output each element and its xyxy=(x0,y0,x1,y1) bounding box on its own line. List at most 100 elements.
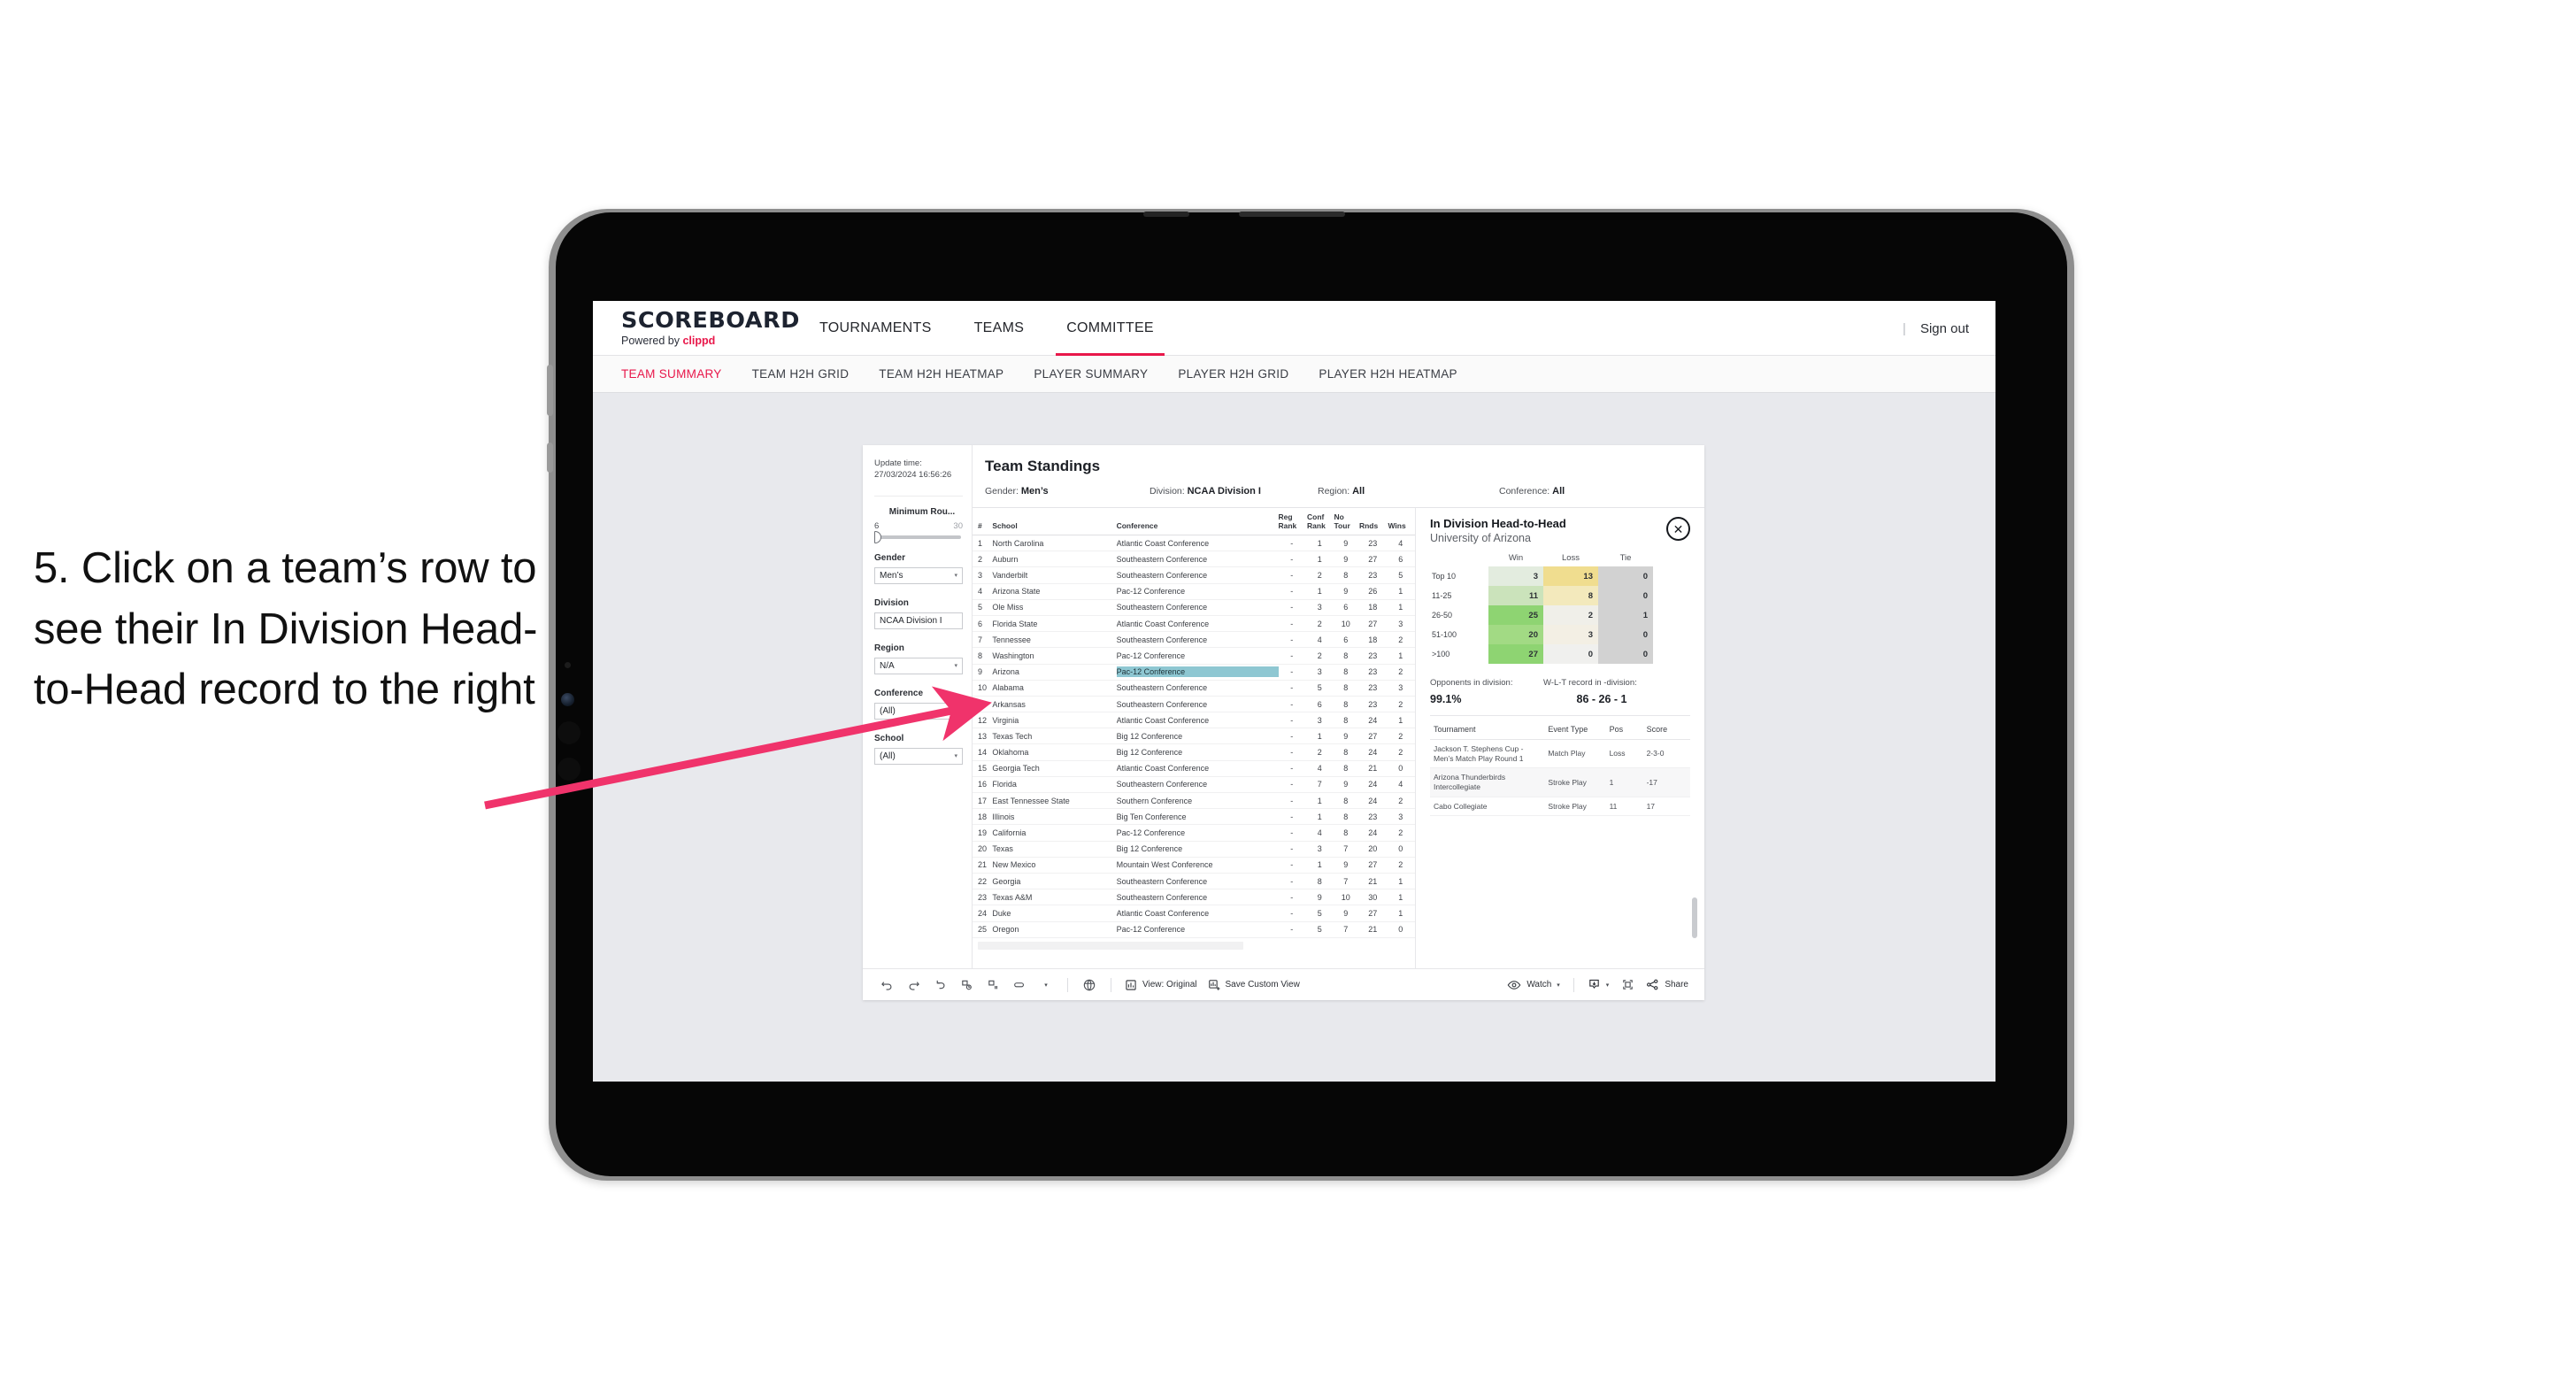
col-conf-rank[interactable]: Conf Rank xyxy=(1307,508,1334,536)
col-wins[interactable]: Wins xyxy=(1388,508,1415,536)
nav-item-tournaments[interactable]: TOURNAMENTS xyxy=(798,301,953,356)
tab-player-h2h-heatmap[interactable]: PLAYER H2H HEATMAP xyxy=(1319,367,1457,381)
highlight-dropdown-icon[interactable]: ▾ xyxy=(1033,974,1059,997)
slider-handle[interactable] xyxy=(874,530,881,543)
table-row[interactable]: 21 New Mexico Mountain West Conference -1 9 2… xyxy=(973,857,1415,874)
table-row[interactable]: 1 North Carolina Atlantic Coast Conference… xyxy=(973,535,1415,552)
table-row[interactable]: 4 Arizona State Pac-12 Conference -1 9 26 1 xyxy=(973,583,1415,600)
tournament-row[interactable]: Cabo Collegiate Stroke Play 11 17 xyxy=(1430,797,1690,817)
save-custom-view-button[interactable]: Save Custom View xyxy=(1203,979,1305,991)
heatmap-cell[interactable]: 0 xyxy=(1598,566,1653,586)
heatmap-cell[interactable]: 0 xyxy=(1598,625,1653,644)
tab-team-summary[interactable]: TEAM SUMMARY xyxy=(621,367,722,381)
min-rounds-slider[interactable] xyxy=(874,530,961,543)
cell-school: Washington xyxy=(992,647,1117,665)
col-school[interactable]: School xyxy=(992,508,1117,536)
col-tournament[interactable]: Tournament xyxy=(1430,720,1549,740)
tournament-row[interactable]: Jackson T. Stephens Cup - Men’s Match Pl… xyxy=(1430,739,1690,769)
table-row[interactable]: 19 California Pac-12 Conference -4 8 24 2 xyxy=(973,824,1415,842)
table-row[interactable]: 12 Virginia Atlantic Coast Conference -3 8 24… xyxy=(973,712,1415,729)
table-row[interactable]: 13 Texas Tech Big 12 Conference -1 9 27 2 xyxy=(973,728,1415,745)
col-reg-rank[interactable]: Reg Rank xyxy=(1278,508,1308,536)
gender-dropdown[interactable]: Men’s ▾ xyxy=(874,566,963,584)
table-row[interactable]: 5 Ole Miss Southeastern Conference -3 6 18 1 xyxy=(973,599,1415,616)
heatmap-cell[interactable]: 3 xyxy=(1543,625,1598,644)
table-row[interactable]: 22 Georgia Southeastern Conference -8 7 21 1 xyxy=(973,873,1415,890)
heatmap-cell[interactable]: 2 xyxy=(1543,605,1598,625)
heatmap-cell[interactable]: 11 xyxy=(1488,586,1543,605)
tab-player-h2h-grid[interactable]: PLAYER H2H GRID xyxy=(1178,367,1288,381)
close-icon[interactable]: ✕ xyxy=(1666,517,1690,541)
table-row[interactable]: 20 Texas Big 12 Conference -3 7 20 0 xyxy=(973,841,1415,858)
table-row[interactable]: 9 Arizona Pac-12 Conference -3 8 23 2 xyxy=(973,664,1415,681)
table-row[interactable]: 10 Alabama Southeastern Conference -5 8 23 3 xyxy=(973,680,1415,697)
cell-wins: 5 xyxy=(1388,566,1415,584)
heatmap-cell[interactable]: 8 xyxy=(1543,586,1598,605)
heatmap-cell[interactable]: 25 xyxy=(1488,605,1543,625)
nav-item-committee[interactable]: COMMITTEE xyxy=(1045,301,1175,356)
table-row[interactable]: 6 Florida State Atlantic Coast Conference -… xyxy=(973,615,1415,633)
table-row[interactable]: 2 Auburn Southeastern Conference -1 9 27 6 xyxy=(973,551,1415,568)
table-row[interactable]: 16 Florida Southeastern Conference -7 9 24 4 xyxy=(973,776,1415,794)
heatmap-cell[interactable]: 20 xyxy=(1488,625,1543,644)
table-row[interactable]: 15 Georgia Tech Atlantic Coast Conference -… xyxy=(973,760,1415,777)
tab-player-summary[interactable]: PLAYER SUMMARY xyxy=(1034,367,1148,381)
cell-conference: Southeastern Conference xyxy=(1116,566,1279,584)
refresh-data-icon[interactable] xyxy=(953,974,980,997)
col-pos[interactable]: Pos xyxy=(1609,720,1647,740)
heatmap-cell[interactable]: 0 xyxy=(1598,644,1653,664)
cell-wins: 0 xyxy=(1388,841,1415,858)
school-dropdown[interactable]: (All) ▾ xyxy=(874,747,963,765)
table-row[interactable]: 14 Oklahoma Big 12 Conference -2 8 24 2 xyxy=(973,743,1415,761)
table-row[interactable]: 8 Washington Pac-12 Conference -2 8 23 1 xyxy=(973,647,1415,665)
share-button[interactable]: Share xyxy=(1641,978,1694,991)
conference-dropdown[interactable]: (All) ▾ xyxy=(874,702,963,720)
pause-updates-icon[interactable] xyxy=(980,974,1006,997)
table-row[interactable]: 3 Vanderbilt Southeastern Conference -2 8 23 5 xyxy=(973,566,1415,584)
tab-team-h2h-grid[interactable]: TEAM H2H GRID xyxy=(752,367,850,381)
download-button[interactable]: ▾ xyxy=(1582,978,1615,991)
viz-container: Update time: 27/03/2024 16:56:26 Minimum… xyxy=(863,445,1704,1000)
redo-icon[interactable] xyxy=(900,974,927,997)
col-conference[interactable]: Conference xyxy=(1116,508,1279,536)
table-row[interactable]: 7 Tennessee Southeastern Conference -4 6 18 2 xyxy=(973,631,1415,649)
region-dropdown[interactable]: N/A ▾ xyxy=(874,657,963,674)
tournament-vertical-scrollbar[interactable] xyxy=(1692,897,1697,938)
table-row[interactable]: 11 Arkansas Southeastern Conference -6 8 23 2 xyxy=(973,696,1415,713)
col-rank[interactable]: # xyxy=(973,508,993,536)
tournament-divider xyxy=(1430,715,1690,716)
tab-team-h2h-heatmap[interactable]: TEAM H2H HEATMAP xyxy=(879,367,1003,381)
heatmap-cell[interactable]: 1 xyxy=(1598,605,1653,625)
highlight-icon[interactable] xyxy=(1006,974,1033,997)
table-row[interactable]: 18 Illinois Big Ten Conference -1 8 23 3 xyxy=(973,808,1415,826)
col-rnds[interactable]: Rnds xyxy=(1358,508,1388,536)
table-row[interactable]: 23 Texas A&M Southeastern Conference -9 10 30… xyxy=(973,889,1415,906)
nav-item-teams[interactable]: TEAMS xyxy=(953,301,1046,356)
division-dropdown[interactable]: NCAA Division I xyxy=(874,612,963,629)
cell-conf-rank: 9 xyxy=(1307,889,1334,906)
standings-horizontal-scrollbar[interactable] xyxy=(978,941,1243,950)
view-original-button[interactable]: View: Original xyxy=(1119,979,1203,991)
heatmap-cell[interactable]: 27 xyxy=(1488,644,1543,664)
col-event-type[interactable]: Event Type xyxy=(1548,720,1610,740)
fullscreen-icon[interactable] xyxy=(1614,974,1641,997)
cell-no-tour: 8 xyxy=(1334,712,1359,729)
watch-button[interactable]: Watch ▾ xyxy=(1502,979,1565,991)
heatmap-cell[interactable]: 0 xyxy=(1543,644,1598,664)
table-row[interactable]: 17 East Tennessee State Southern Conferenc… xyxy=(973,792,1415,810)
cell-no-tour: 10 xyxy=(1334,615,1359,633)
tournament-row[interactable]: Arizona Thunderbirds Intercollegiate Stro… xyxy=(1430,767,1690,797)
table-row[interactable]: 24 Duke Atlantic Coast Conference -5 9 27 1 xyxy=(973,905,1415,922)
undo-icon[interactable] xyxy=(873,974,900,997)
heatmap-cell[interactable]: 0 xyxy=(1598,586,1653,605)
col-score[interactable]: Score xyxy=(1646,720,1690,740)
revert-icon[interactable] xyxy=(927,974,953,997)
globe-icon[interactable] xyxy=(1076,974,1103,997)
col-no-tour[interactable]: No Tour xyxy=(1334,508,1359,536)
heatmap-cell[interactable]: 13 xyxy=(1543,566,1598,586)
cell-conf-rank: 5 xyxy=(1307,680,1334,697)
view-original-label: View: Original xyxy=(1142,980,1197,989)
sign-out-link[interactable]: Sign out xyxy=(1920,321,1969,336)
heatmap-cell[interactable]: 3 xyxy=(1488,566,1543,586)
table-row[interactable]: 25 Oregon Pac-12 Conference -5 7 21 0 xyxy=(973,921,1415,938)
